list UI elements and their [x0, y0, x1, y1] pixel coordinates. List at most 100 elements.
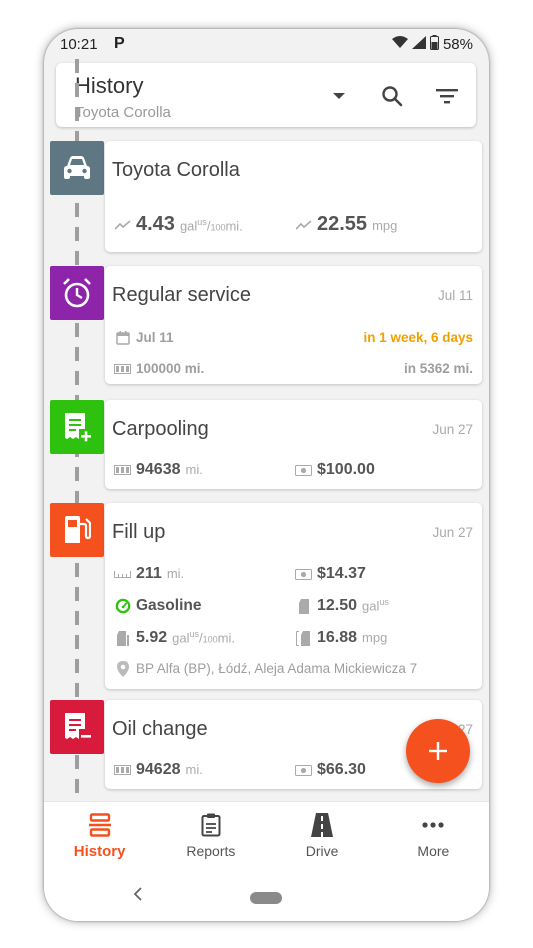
consumption-unit: galus/100mi. [179, 216, 243, 233]
alarm-clock-icon [63, 278, 91, 308]
history-header-card: History Toyota Corolla [56, 63, 476, 127]
odometer-stat: 94638 mi. [114, 461, 203, 479]
due-date-value: Jul 11 [136, 330, 174, 345]
battery-icon [429, 35, 439, 54]
fillup-card[interactable]: Fill up Jun 27 211 mi. $14.37 Gasoline 1… [105, 503, 482, 689]
plus-icon [429, 742, 447, 760]
fillup-consumption-value: 5.92 [136, 629, 168, 647]
volume-value: 12.50 [317, 597, 358, 615]
economy-unit: mpg [372, 218, 398, 233]
reminder-badge [50, 266, 104, 320]
carpooling-card[interactable]: Carpooling Jun 27 94638 mi. $100.00 [105, 400, 482, 489]
distance-value: 211 [136, 565, 162, 582]
odometer-value: 94638 [136, 461, 181, 478]
due-in-stat: in 1 week, 6 days [363, 330, 473, 345]
odometer-icon [114, 762, 131, 778]
nav-more[interactable]: More [378, 802, 489, 874]
service-odometer-value: 100000 mi. [136, 361, 205, 376]
home-pill-button[interactable] [250, 892, 282, 904]
back-chevron-icon [133, 887, 142, 901]
status-time: 10:21 [60, 36, 98, 53]
fillup-consumption-unit: galus/100mi. [172, 629, 236, 646]
ruler-icon [114, 566, 131, 582]
search-button[interactable] [377, 81, 407, 111]
income-badge [50, 400, 104, 454]
odometer-in-stat: in 5362 mi. [404, 361, 473, 376]
cost-stat: $14.37 [295, 565, 366, 583]
fuel-type-value: Gasoline [136, 597, 202, 614]
trend-up-icon [114, 217, 131, 233]
status-app-letter: P [114, 35, 125, 52]
money-icon [295, 762, 312, 778]
amount-stat: $100.00 [295, 461, 375, 479]
expense-badge [50, 700, 104, 754]
search-icon [382, 86, 403, 107]
status-right: 58% [391, 35, 473, 54]
due-in-value: in 1 week, 6 days [363, 330, 473, 345]
cost-value: $14.37 [317, 565, 366, 582]
fuel-type-stat: Gasoline [114, 597, 201, 615]
fuel-consumption-icon [114, 630, 131, 646]
refuel-badge [50, 503, 104, 557]
add-entry-fab[interactable] [406, 719, 470, 783]
nav-drive[interactable]: Drive [267, 802, 378, 874]
fillup-consumption-stat: 5.92 galus/100mi. [114, 629, 235, 647]
chevron-down-icon [333, 93, 345, 99]
nav-label: More [417, 843, 450, 859]
entry-title: Oil change [112, 718, 208, 740]
battery-percent: 58% [442, 36, 473, 53]
car-icon [64, 156, 90, 179]
road-icon [311, 813, 334, 837]
filter-button[interactable] [432, 81, 462, 111]
receipt-remove-icon [65, 713, 91, 739]
fillup-economy-stat: 16.88 mpg [295, 629, 387, 647]
receipt-add-icon [65, 413, 91, 442]
money-icon [295, 462, 312, 478]
vehicle-subtitle: Toyota Corolla [75, 104, 171, 121]
bottom-navigation: History Reports Drive More [44, 801, 489, 874]
signal-icon [411, 36, 426, 53]
nav-reports[interactable]: Reports [155, 802, 266, 874]
entry-date: Jun 27 [432, 525, 473, 540]
location-value: BP Alfa (BP), Łódź, Aleja Adama Mickiewi… [136, 661, 418, 676]
system-navigation-bar [44, 874, 489, 921]
fillup-economy-value: 16.88 [317, 629, 358, 646]
amount-stat: $66.30 [295, 761, 366, 779]
location-pin-icon [114, 661, 131, 677]
economy-stat: 22.55 mpg [295, 213, 397, 236]
calendar-icon [114, 330, 131, 346]
amount-value: $100.00 [317, 461, 375, 478]
odometer-value: 94628 [136, 761, 181, 778]
wifi-icon [391, 36, 408, 53]
fuel-economy-icon [295, 630, 312, 646]
page-title: History [75, 73, 144, 98]
consumption-stat: 4.43 galus/100mi. [114, 213, 243, 236]
service-card[interactable]: Regular service Jul 11 Jul 11 in 1 week,… [105, 266, 482, 384]
amount-value: $66.30 [317, 761, 366, 778]
nav-history[interactable]: History [44, 802, 155, 874]
clipboard-icon [201, 813, 221, 837]
back-button[interactable] [132, 886, 144, 907]
phone-frame: 10:21 P 58% History Toyota Corolla Toyot… [44, 29, 489, 921]
odometer-in-value: in 5362 mi. [403, 361, 473, 376]
entry-title: Regular service [112, 284, 251, 306]
location-stat: BP Alfa (BP), Łódź, Aleja Adama Mickiewi… [114, 661, 417, 677]
money-icon [295, 566, 312, 582]
distance-stat: 211 mi. [114, 565, 184, 583]
odometer-icon [114, 462, 131, 478]
entry-title: Fill up [112, 521, 166, 543]
vehicle-dropdown-button[interactable] [324, 81, 354, 111]
odometer-unit: mi. [185, 462, 203, 477]
vehicle-card[interactable]: Toyota Corolla 4.43 galus/100mi. 22.55 m… [105, 141, 482, 252]
entry-date: Jul 11 [437, 288, 473, 303]
odometer-unit: mi. [185, 762, 203, 777]
trend-up-icon [295, 217, 312, 233]
due-date-stat: Jul 11 [114, 330, 174, 346]
volume-stat: 12.50 galus [295, 597, 389, 615]
filter-icon [436, 89, 458, 104]
fillup-economy-unit: mpg [362, 630, 388, 645]
entry-title: Carpooling [112, 418, 209, 440]
odometer-icon [114, 361, 131, 377]
more-dots-icon [422, 822, 444, 828]
volume-unit: galus [362, 597, 389, 614]
